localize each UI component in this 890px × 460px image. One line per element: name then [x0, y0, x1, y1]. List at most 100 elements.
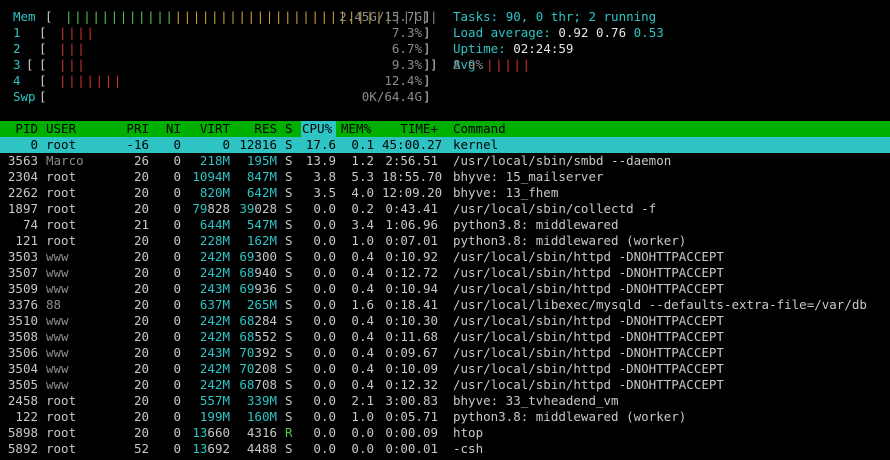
process-ni: 0 [173, 441, 181, 456]
process-time: 0:10.92 [385, 249, 438, 264]
process-virt: 13692 [192, 441, 230, 456]
process-time: 0:00.01 [385, 441, 438, 456]
process-time: 0:09.67 [385, 345, 438, 360]
process-row[interactable]: 3504 www 20 0 242M 70208 S 0.0 0.4 0:10.09/usr/lo… [0, 361, 890, 377]
process-pri: 20 [133, 169, 149, 184]
process-row[interactable]: 3510 www 20 0 242M 68284 S 0.0 0.4 0:10.30/usr/lo… [0, 313, 890, 329]
process-res: 69936 [239, 281, 277, 296]
column-res[interactable]: RES [238, 121, 277, 137]
process-user: root [46, 409, 77, 424]
process-row[interactable]: 3503 www 20 0 242M 69300 S 0.0 0.4 0:10.92/usr/lo… [0, 249, 890, 265]
process-command: python3.8: middlewared (worker) [453, 233, 687, 248]
process-res: 68940 [239, 265, 277, 280]
column-user[interactable]: USER [46, 121, 76, 137]
process-mem: 0.4 [351, 313, 374, 328]
column-state[interactable]: S [285, 121, 293, 137]
process-cpu: 0.0 [313, 377, 336, 392]
process-row[interactable]: 1897 root 20 0 79828 39028 S 0.0 0.2 0:43.41/usr/… [0, 201, 890, 217]
process-time: 18:55.70 [382, 169, 443, 184]
process-command: kernel [453, 137, 499, 152]
process-mem: 5.3 [351, 169, 374, 184]
column-pri[interactable]: PRI [118, 121, 149, 137]
meter-mem-close-bracket: ] [423, 9, 431, 24]
process-res: 39028 [239, 201, 277, 216]
process-user: www [46, 265, 69, 280]
process-virt: 79828 [192, 201, 230, 216]
process-cpu: 17.6 [305, 137, 336, 152]
process-row[interactable]: 3509 www 20 0 243M 69936 S 0.0 0.4 0:10.94/usr/lo… [0, 281, 890, 297]
column-time[interactable]: TIME+ [382, 121, 438, 137]
process-cpu: 0.0 [313, 441, 336, 456]
column-virt[interactable]: VIRT [188, 121, 230, 137]
process-mem: 0.4 [351, 281, 374, 296]
process-row[interactable]: 3376 88 20 0 637M 265M S 0.0 1.6 0:18.41/usr/loca… [0, 297, 890, 313]
process-s: R [285, 425, 293, 440]
process-virt: 242M [199, 377, 230, 392]
process-row[interactable]: 3506 www 20 0 243M 70392 S 0.0 0.4 0:09.67/usr/lo… [0, 345, 890, 361]
process-pri: 20 [133, 185, 149, 200]
column-command[interactable]: Command [453, 121, 506, 137]
process-pri: 20 [133, 249, 149, 264]
process-pri: 20 [133, 265, 149, 280]
process-s: S [285, 217, 293, 232]
process-virt: 228M [199, 233, 230, 248]
process-virt: 0 [222, 137, 230, 152]
process-row[interactable]: 2458 root 20 0 557M 339M S 0.0 2.1 3:00.83 bhyve: … [0, 393, 890, 409]
process-s: S [285, 393, 293, 408]
load-5: 0.76 [596, 25, 627, 40]
process-user: www [46, 345, 69, 360]
process-row[interactable]: 3508 www 20 0 242M 68552 S 0.0 0.4 0:11.68/usr/lo… [0, 329, 890, 345]
process-mem: 0.4 [351, 265, 374, 280]
process-row[interactable]: 3507 www 20 0 242M 68940 S 0.0 0.4 0:12.72/usr/lo… [0, 265, 890, 281]
column-cpu[interactable]: CPU% [302, 121, 332, 137]
process-ni: 0 [173, 409, 181, 424]
process-virt: 557M [199, 393, 230, 408]
process-pri: 21 [133, 217, 149, 232]
process-row[interactable]: 74 root 21 0 644M 547M S 0.0 3.4 1:06.96 python3.8… [0, 217, 890, 233]
process-s: S [285, 361, 293, 376]
meter-cpu3-value: 9.3% [391, 57, 422, 72]
column-ni[interactable]: NI [158, 121, 181, 137]
process-pid: 3563 [7, 153, 38, 168]
process-res: 642M [246, 185, 277, 200]
process-row[interactable]: 3563 Marco 26 0 218M 195M S 13.9 1.2 2:56.51/usr/… [0, 153, 890, 169]
process-command: /usr/local/sbin/httpd -DNOHTTPACCEPT [453, 281, 724, 296]
process-row[interactable]: 0 root -16 0 0 12816 S 17.6 0.1 45:00.27 kernel [0, 137, 890, 153]
process-virt: 242M [199, 249, 230, 264]
process-pid: 5892 [7, 441, 38, 456]
process-virt: 644M [199, 217, 230, 232]
process-s: S [285, 233, 293, 248]
process-row[interactable]: 121 root 20 0 228M 162M S 0.0 1.0 0:07.01 python3.… [0, 233, 890, 249]
process-command: /usr/local/sbin/httpd -DNOHTTPACCEPT [453, 329, 724, 344]
process-mem: 1.6 [351, 297, 374, 312]
column-mem[interactable]: MEM% [341, 121, 371, 137]
process-user: root [46, 425, 77, 440]
process-virt: 242M [199, 265, 230, 280]
process-virt: 637M [199, 297, 230, 312]
process-pid: 2304 [7, 169, 38, 184]
process-ni: 0 [173, 169, 181, 184]
process-row[interactable]: 2304 root 20 0 1094M 847M S 3.8 5.3 18:55.70 bhyve… [0, 169, 890, 185]
process-row[interactable]: 2262 root 20 0 820M 642M S 3.5 4.0 12:09.20 bhyve:… [0, 185, 890, 201]
process-command: /usr/local/sbin/smbd --daemon [453, 153, 672, 168]
process-user: www [46, 249, 69, 264]
process-ni: 0 [173, 233, 181, 248]
process-ni: 0 [173, 281, 181, 296]
process-virt: 242M [199, 329, 230, 344]
process-pri: 20 [133, 281, 149, 296]
process-s: S [285, 345, 293, 360]
process-time: 12:09.20 [382, 185, 443, 200]
process-command: /usr/local/sbin/httpd -DNOHTTPACCEPT [453, 249, 724, 264]
process-mem: 0.4 [351, 249, 374, 264]
process-row[interactable]: 5898 root 20 0 13660 4316 R 0.0 0.0 0:00.09 htop [0, 425, 890, 441]
process-table-header[interactable]: PID USER PRI NI VIRT RES S CPU% MEM% TIM… [0, 121, 890, 137]
uptime-line: Uptime: 02:24:59 [453, 41, 573, 57]
process-user: root [46, 169, 77, 184]
meter-cpu4-close-bracket: ] [423, 73, 431, 88]
process-row[interactable]: 5892 root 52 0 13692 4488 S 0.0 0.0 0:00.01 -csh [0, 441, 890, 457]
process-cpu: 0.0 [313, 233, 336, 248]
process-row[interactable]: 122 root 20 0 199M 160M S 0.0 1.0 0:05.71 python3.… [0, 409, 890, 425]
column-pid[interactable]: PID [0, 121, 38, 137]
process-user: www [46, 377, 69, 392]
process-row[interactable]: 3505 www 20 0 242M 68708 S 0.0 0.4 0:12.32/usr/lo… [0, 377, 890, 393]
